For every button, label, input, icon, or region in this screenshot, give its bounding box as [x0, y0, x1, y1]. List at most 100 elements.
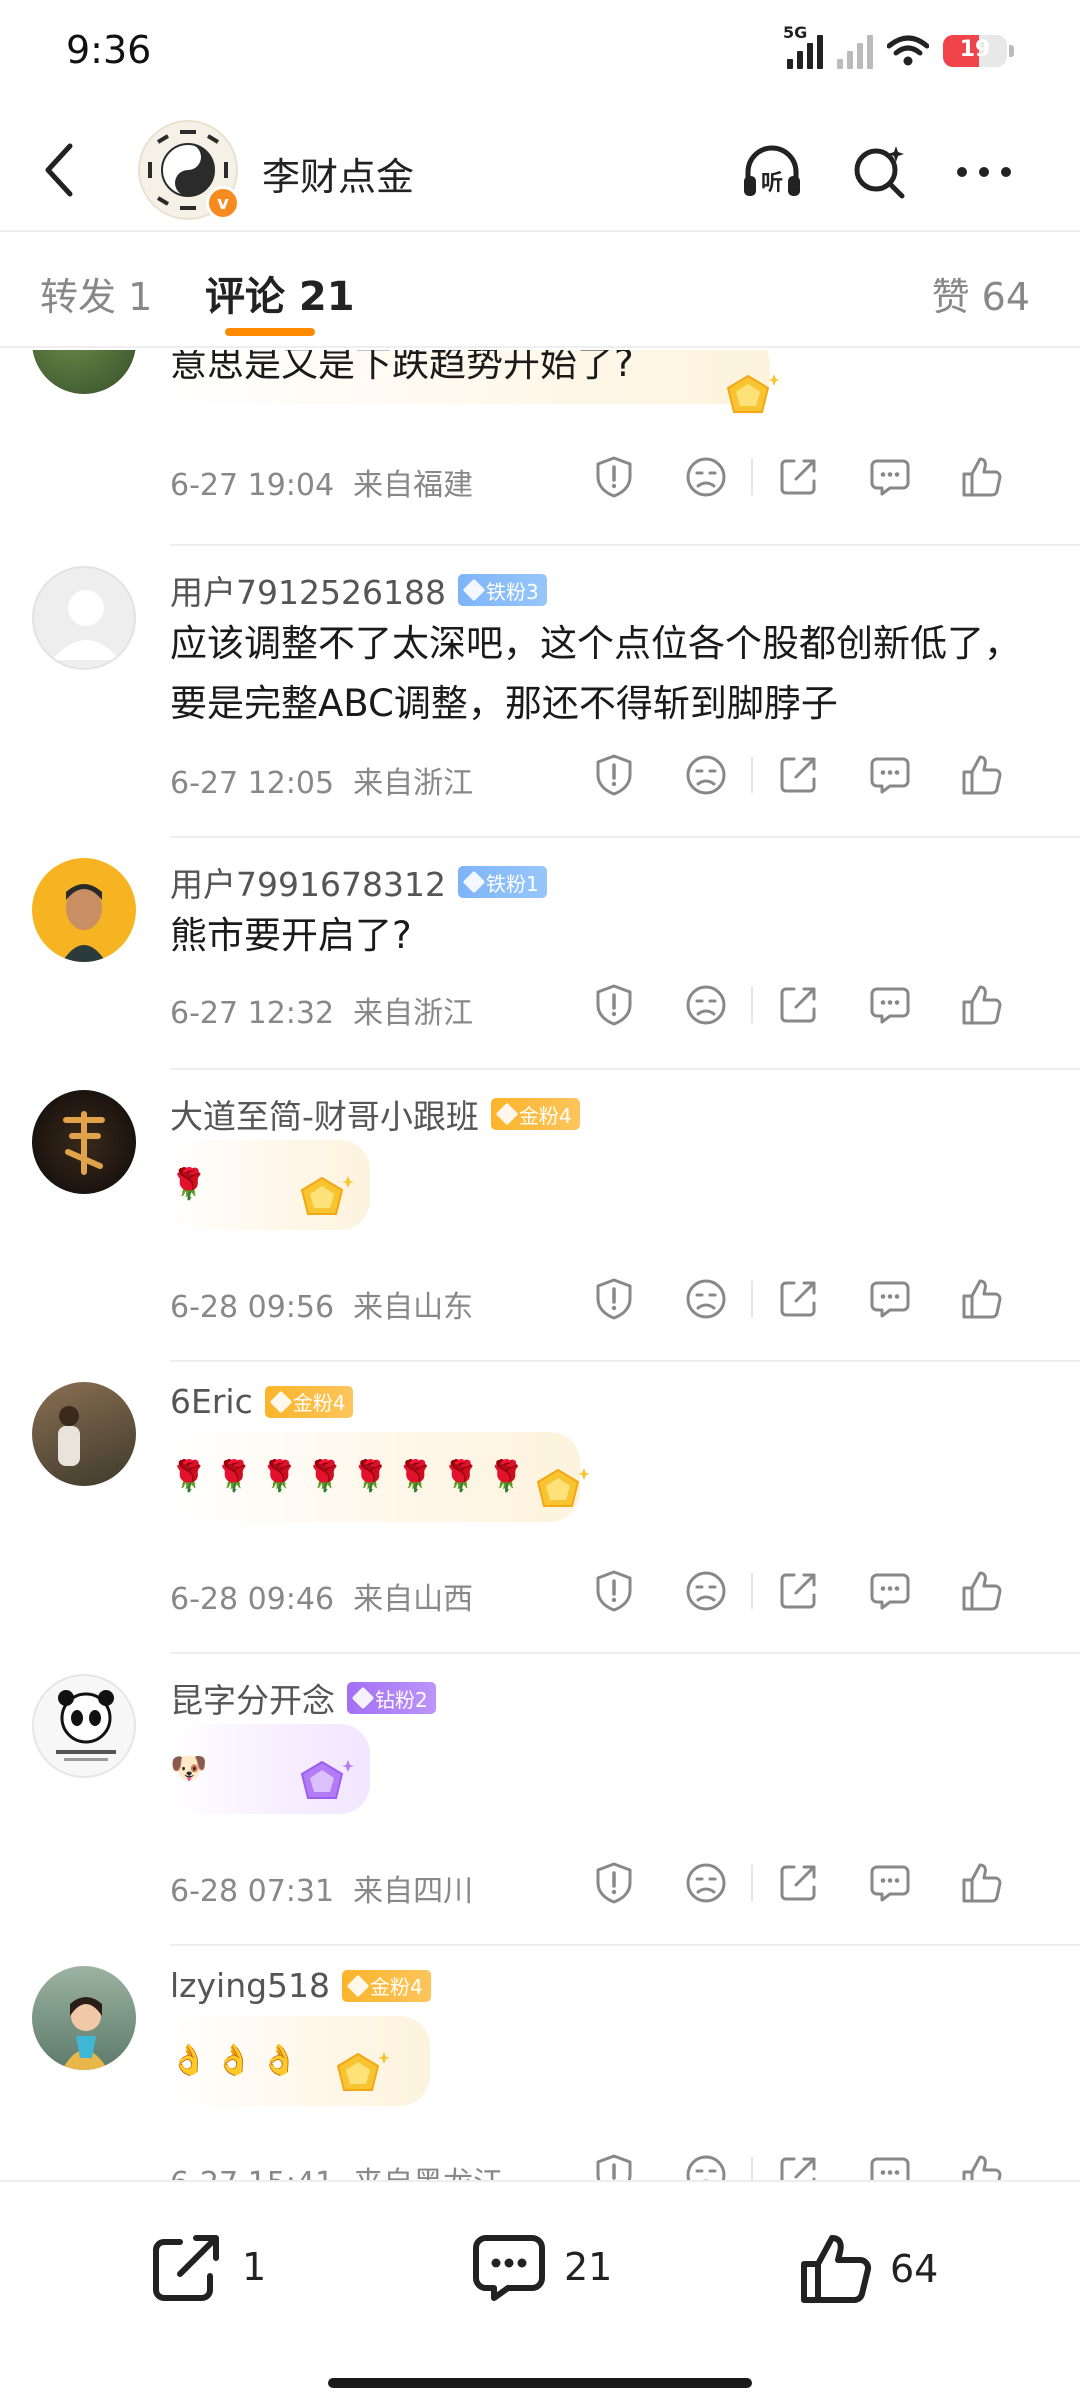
dislike-button[interactable]	[677, 746, 735, 804]
report-button[interactable]	[585, 1270, 643, 1328]
action-separator	[751, 987, 753, 1023]
report-button[interactable]	[585, 746, 643, 804]
action-separator	[751, 459, 753, 495]
username[interactable]: lzying518	[170, 1966, 330, 2005]
gem-icon	[495, 1102, 519, 1126]
emoji-bubble: 👌 👌 👌	[170, 2016, 430, 2106]
report-icon	[596, 1278, 632, 1320]
dislike-button[interactable]	[677, 1562, 735, 1620]
fan-level-label: 金粉4	[518, 1103, 572, 1128]
user-avatar[interactable]	[32, 1090, 136, 1194]
report-button[interactable]	[585, 1854, 643, 1912]
reply-icon	[870, 2157, 910, 2180]
listen-button[interactable]: 听	[740, 140, 804, 204]
like-button[interactable]	[953, 2146, 1011, 2180]
comment-time: 6-28 07:31	[170, 1874, 335, 1909]
account-avatar[interactable]: v	[138, 120, 240, 220]
comment-actions	[585, 1270, 1011, 1328]
comment-text: 熊市要开启了?	[170, 914, 412, 957]
comment-actions	[585, 448, 1011, 506]
like-button[interactable]	[953, 1854, 1011, 1912]
tab-repost[interactable]: 转发 1	[40, 266, 152, 321]
share-button[interactable]	[769, 1854, 827, 1912]
action-separator	[751, 2157, 753, 2180]
username-row: lzying518 金粉4	[170, 1966, 431, 2005]
account-name[interactable]: 李财点金	[262, 146, 414, 201]
fan-level-badge[interactable]: 金粉4	[264, 1385, 354, 1418]
comment-time: 6-28 09:46	[170, 1582, 335, 1617]
report-button[interactable]	[585, 448, 643, 506]
comment-meta: 6-27 15:41 来自黑龙江	[170, 2158, 503, 2180]
back-button[interactable]	[30, 140, 90, 200]
fan-level-label: 金粉4	[292, 1391, 346, 1415]
dislike-button[interactable]	[677, 976, 735, 1034]
fan-level-badge[interactable]: 铁粉1	[457, 866, 547, 898]
more-icon	[957, 167, 1011, 177]
share-button[interactable]	[769, 2146, 827, 2180]
report-button[interactable]	[585, 2146, 643, 2180]
search-button[interactable]	[848, 140, 912, 204]
secondary-signal-icon	[837, 33, 873, 69]
fan-level-badge[interactable]: 铁粉3	[457, 574, 547, 606]
reply-button[interactable]	[861, 2146, 919, 2180]
share-button[interactable]	[769, 1562, 827, 1620]
comment-location: 来自浙江	[353, 996, 474, 1031]
user-avatar[interactable]	[32, 858, 136, 962]
reply-button[interactable]	[861, 448, 919, 506]
dislike-button[interactable]	[677, 1854, 735, 1912]
battery-cap	[1009, 45, 1014, 57]
action-separator	[751, 1865, 753, 1901]
comment-button[interactable]: 21	[472, 2232, 612, 2302]
fan-level-badge[interactable]: 金粉4	[490, 1098, 580, 1130]
user-photo-icon	[58, 1406, 80, 1466]
like-icon	[962, 457, 1002, 497]
fan-level-badge[interactable]: 钻粉2	[347, 1682, 436, 1714]
user-avatar[interactable]	[32, 1674, 136, 1778]
like-button[interactable]	[953, 746, 1011, 804]
report-button[interactable]	[585, 1562, 643, 1620]
tab-comment[interactable]: 评论 21	[205, 264, 355, 322]
username[interactable]: 大道至简-财哥小跟班	[170, 1090, 479, 1138]
username[interactable]: 用户7991678312	[170, 858, 446, 906]
reply-button[interactable]	[861, 1854, 919, 1912]
reply-button[interactable]	[861, 746, 919, 804]
like-button[interactable]	[953, 976, 1011, 1034]
comment-count: 21	[564, 2245, 613, 2289]
user-avatar[interactable]	[32, 1966, 136, 2070]
dislike-button[interactable]	[677, 2146, 735, 2180]
like-icon	[962, 1279, 1002, 1319]
more-button[interactable]	[952, 140, 1016, 204]
like-button[interactable]: 64	[798, 2232, 938, 2306]
tab-like[interactable]: 赞 64	[932, 266, 1030, 321]
rose-emoji: 🌹	[260, 1459, 299, 1494]
reply-button[interactable]	[861, 1562, 919, 1620]
share-icon	[780, 987, 816, 1023]
username[interactable]: 昆字分开念	[170, 1674, 335, 1722]
repost-button[interactable]: 1	[150, 2232, 266, 2302]
reply-button[interactable]	[861, 1270, 919, 1328]
share-button[interactable]	[769, 746, 827, 804]
reply-button[interactable]	[861, 976, 919, 1034]
reply-icon	[870, 1573, 910, 1610]
share-button[interactable]	[769, 1270, 827, 1328]
like-button[interactable]	[953, 1270, 1011, 1328]
dislike-button[interactable]	[677, 448, 735, 506]
like-icon	[962, 755, 1002, 795]
username[interactable]: 用户7912526188	[170, 566, 446, 614]
like-button[interactable]	[953, 448, 1011, 506]
share-button[interactable]	[769, 448, 827, 506]
user-avatar[interactable]	[32, 350, 136, 394]
report-button[interactable]	[585, 976, 643, 1034]
dislike-icon	[686, 2155, 726, 2180]
comment-list: 意思是又是下跌趋势开始了? 6-27 19:04 来自福建 用户79125261…	[0, 350, 1080, 2180]
user-avatar[interactable]	[32, 566, 136, 670]
user-avatar[interactable]	[32, 1382, 136, 1486]
share-button[interactable]	[769, 976, 827, 1034]
username[interactable]: 6Eric	[170, 1382, 253, 1421]
diamond-reward-icon	[300, 1760, 354, 1799]
dislike-button[interactable]	[677, 1270, 735, 1328]
fan-level-badge[interactable]: 金粉4	[342, 1969, 431, 2002]
rose-emoji: 🌹	[396, 1459, 435, 1494]
rose-emoji: 🌹	[215, 1459, 253, 1494]
like-button[interactable]	[953, 1562, 1011, 1620]
